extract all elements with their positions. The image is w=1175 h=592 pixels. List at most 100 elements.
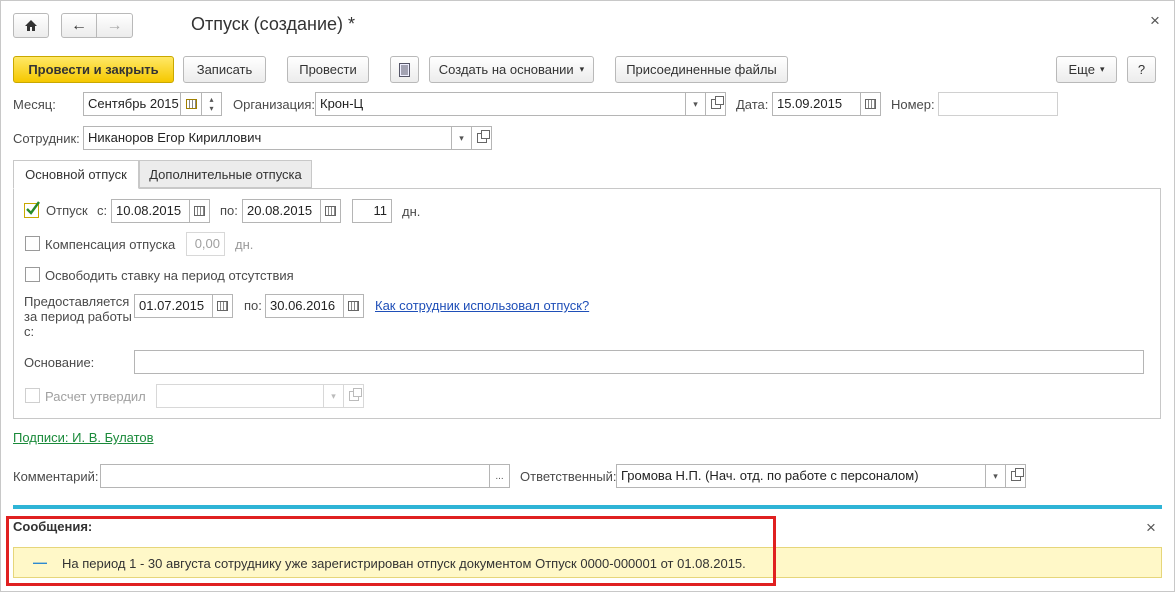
forward-arrow-icon: → bbox=[106, 16, 123, 34]
approved-dropdown-button[interactable]: ▾ bbox=[323, 384, 344, 408]
period-to-field[interactable]: 30.06.2016 bbox=[265, 294, 344, 318]
compensation-days-field[interactable]: 0,00 bbox=[186, 232, 225, 256]
month-picker-button[interactable] bbox=[180, 92, 202, 116]
checkmark-icon bbox=[26, 201, 40, 215]
comment-field[interactable] bbox=[100, 464, 490, 488]
compensation-checkbox[interactable] bbox=[25, 236, 40, 251]
period-label: Предоставляется за период работы с: bbox=[24, 294, 132, 339]
approved-label: Расчет утвердил bbox=[45, 389, 146, 404]
vacation-checkbox[interactable] bbox=[24, 201, 40, 218]
vacation-to-picker[interactable] bbox=[320, 199, 341, 223]
number-label: Номер: bbox=[891, 97, 935, 112]
release-rate-checkbox[interactable] bbox=[25, 267, 40, 282]
save-button[interactable]: Записать bbox=[183, 56, 266, 83]
signatures-link[interactable]: Подписи: И. В. Булатов bbox=[13, 430, 154, 445]
open-icon bbox=[348, 388, 362, 401]
month-spinner[interactable]: ▴ ▾ bbox=[201, 92, 222, 116]
compensation-label: Компенсация отпуска bbox=[45, 237, 176, 252]
period-label-line-3: с: bbox=[24, 324, 35, 339]
period-label-line-2: за период работы bbox=[24, 309, 132, 324]
vacation-from-label: с: bbox=[97, 203, 108, 218]
period-from-picker[interactable] bbox=[212, 294, 233, 318]
open-icon bbox=[1010, 468, 1024, 481]
employee-field[interactable]: Никаноров Егор Кириллович bbox=[83, 126, 452, 150]
calendar-icon bbox=[865, 99, 876, 109]
comment-select-button[interactable]: ... bbox=[489, 464, 510, 488]
vacation-to-label: по: bbox=[220, 203, 238, 218]
responsible-open-button[interactable] bbox=[1005, 464, 1026, 488]
tab-additional-vacations[interactable]: Дополнительные отпуска bbox=[139, 160, 312, 188]
month-label: Месяц: bbox=[13, 97, 56, 112]
responsible-label: Ответственный: bbox=[520, 469, 617, 484]
back-arrow-icon: ← bbox=[71, 16, 87, 34]
approved-field[interactable] bbox=[156, 384, 324, 408]
organization-label: Организация: bbox=[233, 97, 316, 112]
calendar-icon bbox=[217, 301, 228, 311]
post-and-close-button[interactable]: Провести и закрыть bbox=[13, 56, 174, 83]
date-picker-button[interactable] bbox=[860, 92, 881, 116]
chevron-down-icon: ▾ bbox=[579, 64, 585, 74]
messages-divider bbox=[13, 505, 1162, 509]
vacation-days-field[interactable]: 11 bbox=[352, 199, 392, 223]
approved-open-button[interactable] bbox=[343, 384, 364, 408]
number-field[interactable] bbox=[938, 92, 1058, 116]
home-icon bbox=[25, 20, 37, 31]
date-field[interactable]: 15.09.2015 bbox=[772, 92, 861, 116]
period-label-line-1: Предоставляется bbox=[24, 294, 130, 309]
vacation-from-field[interactable]: 10.08.2015 bbox=[111, 199, 190, 223]
release-rate-label: Освободить ставку на период отсутствия bbox=[45, 268, 294, 283]
organization-dropdown-button[interactable]: ▾ bbox=[685, 92, 706, 116]
home-button[interactable] bbox=[13, 13, 49, 38]
calendar-icon bbox=[348, 301, 359, 311]
vacation-label: Отпуск bbox=[46, 203, 88, 218]
open-icon bbox=[476, 130, 490, 143]
calendar-icon bbox=[325, 206, 336, 216]
chevron-down-icon: ▾ bbox=[1099, 64, 1105, 74]
vacation-days-unit: дн. bbox=[402, 204, 421, 219]
attached-files-button[interactable]: Присоединенные файлы bbox=[615, 56, 788, 83]
post-button[interactable]: Провести bbox=[287, 56, 369, 83]
employee-open-button[interactable] bbox=[471, 126, 492, 150]
employee-label: Сотрудник: bbox=[13, 131, 80, 146]
chevron-down-icon: ▾ bbox=[693, 98, 698, 109]
basis-label: Основание: bbox=[24, 355, 95, 370]
tab-main-vacation[interactable]: Основной отпуск bbox=[13, 160, 139, 189]
highlight-frame bbox=[6, 516, 776, 586]
responsible-dropdown-button[interactable]: ▾ bbox=[985, 464, 1006, 488]
spin-down-icon: ▾ bbox=[209, 104, 214, 113]
basis-field[interactable] bbox=[134, 350, 1144, 374]
organization-open-button[interactable] bbox=[705, 92, 726, 116]
organization-field[interactable]: Крон-Ц bbox=[315, 92, 686, 116]
chevron-down-icon: ▾ bbox=[459, 132, 464, 143]
window-title: Отпуск (создание) * bbox=[191, 14, 356, 34]
approved-checkbox[interactable] bbox=[25, 388, 40, 403]
forward-button[interactable]: → bbox=[96, 13, 133, 38]
vacation-to-field[interactable]: 20.08.2015 bbox=[242, 199, 321, 223]
chevron-down-icon: ▾ bbox=[993, 470, 998, 481]
report-icon bbox=[399, 62, 410, 77]
period-from-field[interactable]: 01.07.2015 bbox=[134, 294, 213, 318]
month-field[interactable]: Сентябрь 2015 bbox=[83, 92, 181, 116]
calendar-icon bbox=[194, 206, 205, 216]
responsible-field[interactable]: Громова Н.П. (Нач. отд. по работе с перс… bbox=[616, 464, 986, 488]
period-to-picker[interactable] bbox=[343, 294, 364, 318]
chevron-down-icon: ▾ bbox=[331, 390, 336, 401]
help-button[interactable]: ? bbox=[1127, 56, 1156, 83]
open-icon bbox=[710, 96, 724, 109]
vacation-from-picker[interactable] bbox=[189, 199, 210, 223]
calendar-icon bbox=[185, 99, 197, 109]
report-button[interactable] bbox=[390, 56, 419, 83]
messages-close-icon[interactable]: × bbox=[1146, 519, 1156, 537]
employee-dropdown-button[interactable]: ▾ bbox=[451, 126, 472, 150]
period-to-label: по: bbox=[244, 298, 262, 313]
more-label: Еще bbox=[1068, 62, 1095, 77]
create-based-on-button[interactable]: Создать на основании ▾ bbox=[429, 56, 594, 83]
back-button[interactable]: ← bbox=[61, 13, 97, 38]
more-button[interactable]: Еще ▾ bbox=[1056, 56, 1117, 83]
close-window-icon[interactable]: × bbox=[1150, 11, 1160, 31]
create-based-on-label: Создать на основании bbox=[438, 62, 574, 77]
comment-label: Комментарий: bbox=[13, 469, 99, 484]
vacation-usage-link[interactable]: Как сотрудник использовал отпуск? bbox=[375, 298, 589, 313]
spin-up-icon: ▴ bbox=[209, 95, 214, 104]
date-label: Дата: bbox=[736, 97, 769, 112]
